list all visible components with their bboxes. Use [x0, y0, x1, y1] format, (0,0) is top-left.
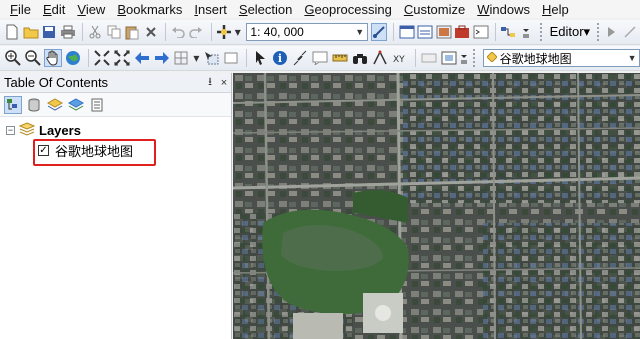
- layers-group-row[interactable]: − Layers: [6, 121, 81, 139]
- open-folder-icon[interactable]: [22, 23, 39, 41]
- cut-icon[interactable]: [87, 23, 103, 41]
- toolbar-separator: [414, 49, 416, 67]
- layers-stack-icon: [18, 121, 36, 139]
- menu-file[interactable]: File: [10, 2, 31, 17]
- add-data-dropdown-icon[interactable]: ▾: [234, 23, 241, 41]
- menu-bar: File Edit View Bookmarks Insert Selectio…: [0, 0, 640, 18]
- zoom-in-icon[interactable]: [4, 49, 22, 67]
- print-icon[interactable]: [59, 23, 75, 41]
- toc-title-bar: Table Of Contents ⭳ ×: [0, 73, 231, 93]
- layer-selector-combo[interactable]: 谷歌地球地图 ▼: [482, 49, 640, 67]
- layers-group-label: Layers: [39, 122, 81, 138]
- full-extent-icon[interactable]: [64, 49, 82, 67]
- arctoolbox-icon[interactable]: [454, 23, 470, 41]
- search-window-icon[interactable]: [435, 23, 452, 41]
- toolbar-grip[interactable]: [539, 23, 543, 41]
- menu-geoprocessing[interactable]: Geoprocessing: [304, 2, 391, 17]
- toolbar-options-icon[interactable]: [460, 49, 468, 67]
- select-elements-icon[interactable]: [251, 49, 269, 67]
- fixed-zoom-in-icon[interactable]: [93, 49, 111, 67]
- menu-insert[interactable]: Insert: [194, 2, 227, 17]
- svg-text:i: i: [278, 52, 282, 65]
- menu-bookmarks[interactable]: Bookmarks: [117, 2, 182, 17]
- standard-toolbar: ▾ 1: 40, 000 ▼ Editor▾: [0, 20, 640, 45]
- toolbar-separator: [81, 23, 83, 41]
- list-by-selection-icon[interactable]: [67, 96, 85, 114]
- close-icon[interactable]: ×: [217, 77, 231, 89]
- redo-icon[interactable]: [188, 23, 204, 41]
- layer-diamond-icon: [485, 51, 498, 65]
- toolbar-separator: [164, 23, 166, 41]
- menu-help[interactable]: Help: [542, 2, 569, 17]
- clear-selection-icon[interactable]: [222, 49, 240, 67]
- list-by-source-icon[interactable]: [25, 96, 43, 114]
- map-scale-combo[interactable]: 1: 40, 000 ▼: [246, 23, 368, 41]
- options-icon[interactable]: [88, 96, 106, 114]
- forward-extent-icon[interactable]: [153, 49, 171, 67]
- menu-windows[interactable]: Windows: [477, 2, 530, 17]
- save-icon[interactable]: [41, 23, 57, 41]
- time-slider-icon[interactable]: [420, 49, 438, 67]
- table-of-contents-icon[interactable]: [398, 23, 415, 41]
- add-data-icon[interactable]: [216, 23, 232, 41]
- pin-icon[interactable]: ⭳: [203, 73, 217, 92]
- list-by-visibility-icon[interactable]: [46, 96, 64, 114]
- back-extent-icon[interactable]: [133, 49, 151, 67]
- chevron-down-icon[interactable]: ▾: [192, 49, 200, 67]
- delete-icon[interactable]: [142, 23, 158, 41]
- satellite-imagery: [233, 73, 640, 339]
- toolbar-grip[interactable]: [472, 49, 476, 67]
- hyperlink-icon[interactable]: [291, 49, 309, 67]
- select-features-icon[interactable]: [202, 49, 220, 67]
- toolbar-separator: [393, 23, 395, 41]
- play-icon[interactable]: [603, 23, 619, 41]
- map-tool-icon[interactable]: [173, 49, 191, 67]
- fixed-zoom-out-icon[interactable]: [113, 49, 131, 67]
- annotation-highlight-box: [33, 139, 156, 166]
- python-window-icon[interactable]: [472, 23, 488, 41]
- html-popup-icon[interactable]: [311, 49, 329, 67]
- collapse-expander-icon[interactable]: −: [6, 125, 15, 135]
- table-of-contents-panel: Table Of Contents ⭳ × − Layers ✓ 谷歌地球地图: [0, 73, 232, 339]
- toolbar-options-icon[interactable]: [518, 23, 534, 41]
- menu-customize[interactable]: Customize: [404, 2, 465, 17]
- toolbar-separator: [494, 23, 496, 41]
- list-by-drawing-order-icon[interactable]: [4, 95, 22, 114]
- map-display[interactable]: [233, 73, 640, 339]
- menu-edit[interactable]: Edit: [43, 2, 65, 17]
- chevron-down-icon[interactable]: ▼: [625, 50, 639, 66]
- goto-xy-icon[interactable]: XY: [391, 49, 409, 67]
- sketch-tool-icon[interactable]: [621, 23, 637, 41]
- copy-icon[interactable]: [105, 23, 121, 41]
- toc-toolbar: [0, 93, 231, 117]
- layer-selector-value: 谷歌地球地图: [499, 51, 572, 66]
- paste-icon[interactable]: [124, 23, 140, 41]
- catalog-window-icon[interactable]: [417, 23, 433, 41]
- toolbar-separator: [246, 49, 248, 67]
- toolbar-grip[interactable]: [597, 23, 600, 41]
- identify-icon[interactable]: i: [271, 49, 289, 67]
- toc-title: Table Of Contents: [4, 75, 109, 90]
- create-viewer-window-icon[interactable]: [440, 49, 458, 67]
- find-route-icon[interactable]: [371, 49, 389, 67]
- new-document-icon[interactable]: [4, 23, 20, 41]
- editor-toolbar-icon[interactable]: [370, 23, 388, 41]
- undo-icon[interactable]: [170, 23, 186, 41]
- tools-toolbar: ▾ i XY 谷歌地球地图 ▼: [0, 46, 640, 71]
- layer-tree: − Layers ✓ 谷歌地球地图: [0, 117, 231, 159]
- toolbar-separator: [210, 23, 212, 41]
- svg-text:XY: XY: [393, 55, 405, 65]
- zoom-out-icon[interactable]: [24, 49, 42, 67]
- menu-view[interactable]: View: [77, 2, 105, 17]
- toolbar-separator: [87, 49, 89, 67]
- map-scale-value: 1: 40, 000: [250, 25, 304, 39]
- pan-hand-icon[interactable]: [43, 49, 62, 67]
- editor-menu-button[interactable]: Editor▾: [546, 23, 595, 41]
- chevron-down-icon[interactable]: ▼: [353, 24, 367, 40]
- find-binoculars-icon[interactable]: [351, 49, 369, 67]
- measure-icon[interactable]: [331, 49, 349, 67]
- modelbuilder-icon[interactable]: [500, 23, 516, 41]
- menu-selection[interactable]: Selection: [239, 2, 292, 17]
